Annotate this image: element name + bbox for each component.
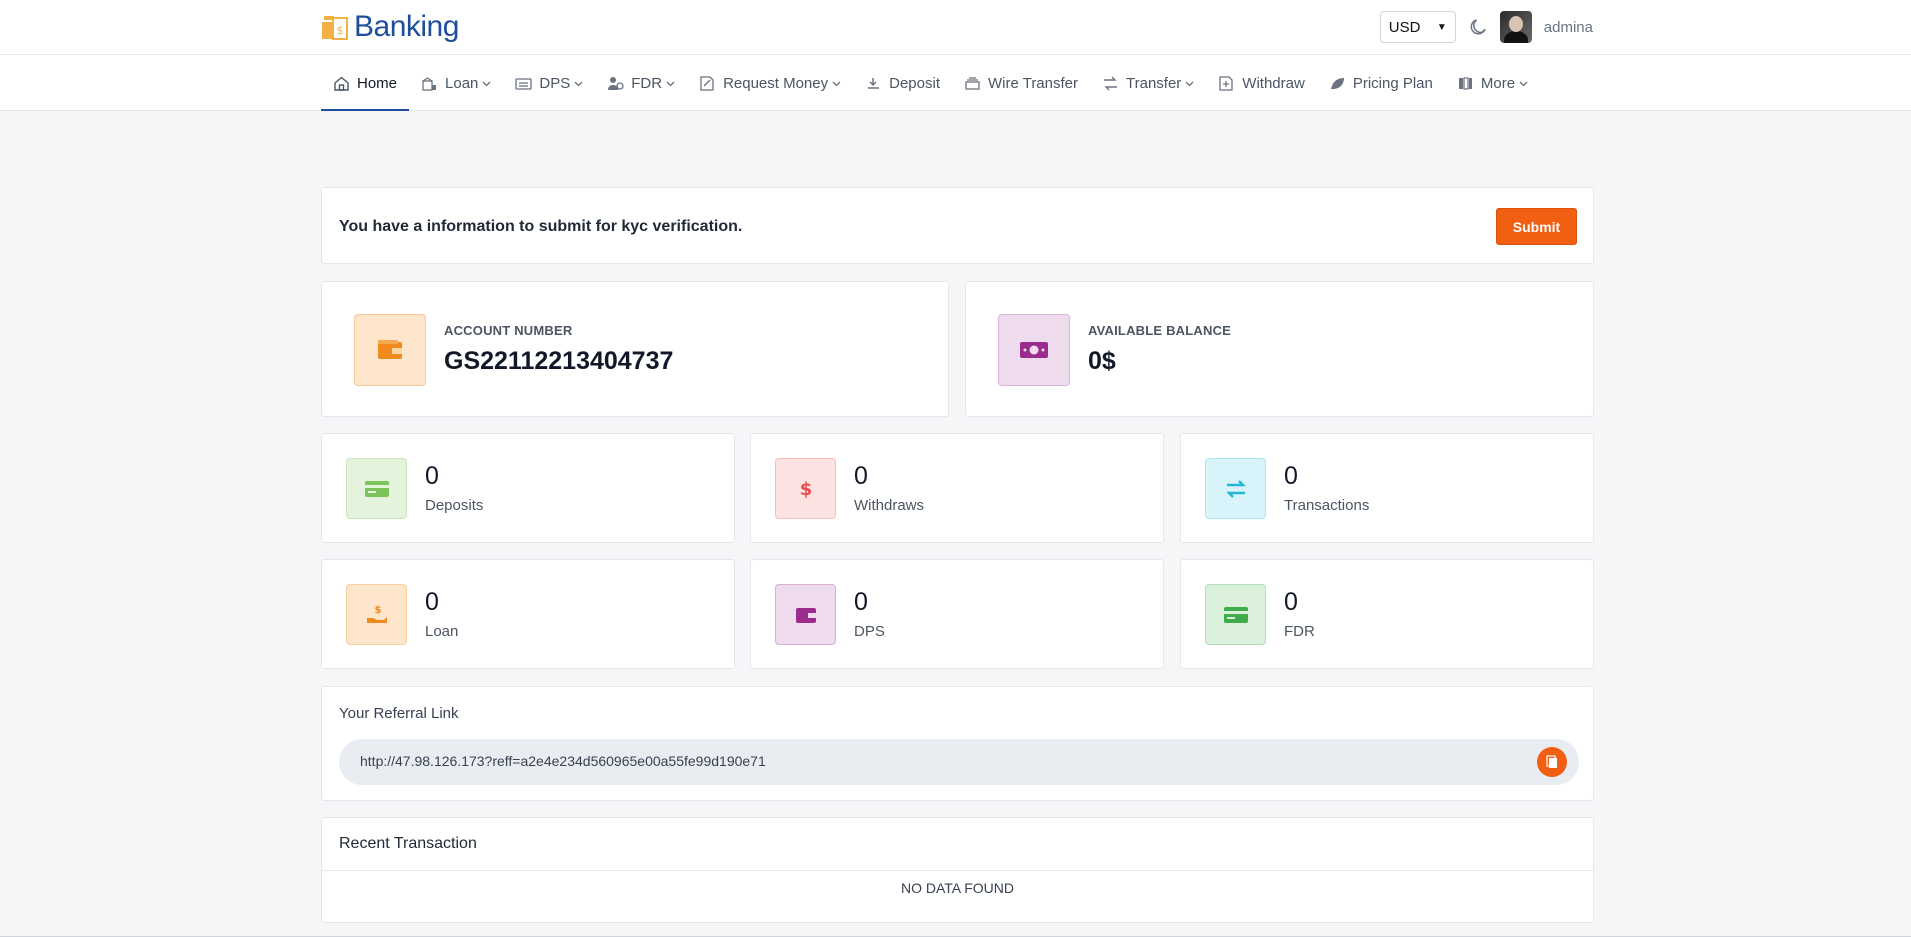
exchange-icon [1205, 458, 1266, 519]
chevron-down-icon [574, 81, 583, 86]
referral-title: Your Referral Link [339, 705, 459, 722]
nav-label: Request Money [723, 74, 829, 92]
account-card: ACCOUNT NUMBER GS22112213404737 [321, 281, 949, 417]
stat-value: 0 [425, 462, 439, 490]
account-number-label: ACCOUNT NUMBER [444, 323, 573, 338]
moon-icon[interactable] [1468, 17, 1488, 37]
nav-item-fdr[interactable]: FDR [595, 55, 687, 111]
stat-label: Loan [425, 623, 459, 640]
wallet-icon [354, 314, 426, 386]
stat-card-dps: 0 DPS [750, 559, 1164, 669]
nav-item-request-money[interactable]: Request Money [687, 55, 853, 111]
stat-label: Deposits [425, 497, 484, 514]
hand-coin-icon: $ [346, 584, 407, 645]
nav-item-dps[interactable]: DPS [503, 55, 595, 111]
nav-item-deposit[interactable]: Deposit [853, 55, 952, 111]
nav-label: Transfer [1126, 74, 1182, 92]
nav-item-home[interactable]: Home [321, 55, 410, 111]
dollar-icon: $ [775, 458, 836, 519]
nav-item-withdraw[interactable]: Withdraw [1206, 55, 1317, 111]
stat-card-loan: $0 Loan [321, 559, 735, 669]
account-number-value: GS22112213404737 [444, 347, 674, 375]
brand-name: Banking [354, 10, 459, 43]
divider [322, 870, 1593, 871]
copy-button[interactable] [1537, 747, 1567, 777]
chevron-down-icon: ▼ [1436, 21, 1447, 33]
currency-value: USD [1388, 18, 1421, 36]
user-coin-icon [608, 76, 624, 90]
arrows-icon [1104, 76, 1117, 90]
nav-item-pricing-plan[interactable]: Pricing Plan [1317, 55, 1445, 111]
nav-label: FDR [631, 74, 663, 92]
svg-text:$: $ [799, 479, 812, 500]
stat-value: 0 [854, 462, 868, 490]
username[interactable]: admina [1544, 19, 1593, 36]
recent-transactions-card: Recent Transaction NO DATA FOUND [321, 817, 1594, 923]
kyc-alert: You have a information to submit for kyc… [321, 187, 1594, 264]
nav-item-transfer[interactable]: Transfer [1090, 55, 1206, 111]
kyc-message: You have a information to submit for kyc… [339, 218, 743, 235]
copy-icon [1546, 755, 1557, 768]
withdraw-icon [1219, 75, 1233, 91]
stat-label: FDR [1284, 623, 1315, 640]
nav-label: Home [357, 74, 398, 92]
bank-icon [422, 76, 437, 91]
card-icon [346, 458, 407, 519]
currency-select[interactable]: USD ▼ [1379, 11, 1456, 43]
nav-item-wire-transfer[interactable]: Wire Transfer [952, 55, 1090, 111]
stat-card-fdr: 0 FDR [1180, 559, 1594, 669]
leaf-icon [1330, 77, 1344, 89]
money-icon [998, 314, 1070, 386]
chevron-down-icon [1185, 81, 1194, 86]
home-icon [334, 76, 349, 91]
chevron-down-icon [832, 81, 841, 86]
stat-value: 0 [1284, 462, 1298, 490]
stat-card-withdraws: $0 Withdraws [750, 433, 1164, 543]
stat-card-transactions: 0 Transactions [1180, 433, 1594, 543]
stat-value: 0 [854, 588, 868, 616]
avatar[interactable] [1499, 11, 1532, 43]
main-nav: Home Loan DPS FDR Request Money Deposit Wire T… [0, 55, 1911, 111]
nav-label: Pricing Plan [1352, 74, 1433, 92]
nav-label: Wire Transfer [987, 74, 1078, 92]
stat-card-deposits: 0 Deposits [321, 433, 735, 543]
nav-item-more[interactable]: More [1445, 55, 1540, 111]
submit-button[interactable]: Submit [1496, 208, 1577, 245]
referral-link-field[interactable]: http://47.98.126.173?reff=a2e4e234d56096… [339, 739, 1579, 785]
stat-label: Transactions [1284, 497, 1370, 514]
credit-card-icon [1205, 584, 1266, 645]
available-balance-label: AVAILABLE BALANCE [1088, 323, 1232, 338]
nav-label: Loan [445, 74, 479, 92]
wire-icon [965, 76, 980, 90]
referral-card: Your Referral Link http://47.98.126.173?… [321, 686, 1594, 801]
nav-label: Withdraw [1242, 74, 1305, 92]
recent-transactions-title: Recent Transaction [339, 835, 477, 852]
top-bar: $ Banking USD ▼ admina [0, 0, 1911, 55]
wallet-icon [775, 584, 836, 645]
chevron-down-icon [1519, 81, 1528, 86]
chevron-down-icon [666, 81, 675, 86]
grid-icon [1458, 76, 1472, 90]
chevron-down-icon [482, 81, 491, 86]
stat-label: DPS [854, 623, 885, 640]
brand-logo[interactable]: $ Banking [320, 8, 459, 46]
svg-text:$: $ [337, 24, 344, 37]
nav-label: More [1480, 74, 1516, 92]
nav-label: Deposit [889, 74, 940, 92]
stat-value: 0 [1284, 588, 1298, 616]
deposit-icon [868, 77, 880, 89]
svg-text:$: $ [374, 605, 381, 616]
stat-value: 0 [425, 588, 439, 616]
nav-item-loan[interactable]: Loan [409, 55, 503, 111]
nav-label: DPS [539, 74, 571, 92]
referral-link[interactable]: http://47.98.126.173?reff=a2e4e234d56096… [360, 753, 766, 769]
available-balance-value: 0$ [1088, 347, 1116, 375]
request-icon [700, 75, 714, 91]
stat-label: Withdraws [854, 497, 925, 514]
bank-logo-icon: $ [322, 16, 348, 40]
balance-card: AVAILABLE BALANCE 0$ [965, 281, 1594, 417]
vault-icon [515, 77, 533, 90]
empty-state: NO DATA FOUND [900, 880, 1015, 896]
